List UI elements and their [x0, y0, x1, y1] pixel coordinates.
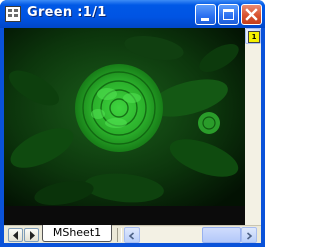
- layer-button[interactable]: 1: [245, 28, 261, 44]
- vertical-scrollbar[interactable]: 1: [245, 28, 261, 225]
- tab-msheet1[interactable]: MSheet1: [42, 225, 112, 242]
- maximize-button[interactable]: [218, 4, 239, 25]
- layer-icon: 1: [248, 31, 260, 43]
- scroll-thumb[interactable]: [202, 227, 241, 243]
- close-button[interactable]: [241, 4, 262, 25]
- maximize-icon: [223, 9, 234, 20]
- image-canvas[interactable]: [4, 28, 245, 206]
- arrow-right-icon: [30, 231, 35, 240]
- sheet-navigation-bar: MSheet1: [4, 225, 261, 243]
- previous-sheet-button[interactable]: [8, 228, 23, 242]
- image-bottom-strip: [4, 206, 245, 225]
- arrow-right-icon: [246, 232, 253, 240]
- close-icon: [245, 8, 258, 21]
- title-bar[interactable]: Green :1/1: [0, 0, 265, 28]
- window-title: Green :1/1: [27, 5, 107, 20]
- minimize-button[interactable]: [195, 4, 216, 25]
- scroll-left-button[interactable]: [124, 227, 140, 243]
- horizontal-scrollbar[interactable]: [124, 227, 257, 243]
- minimize-icon: [201, 18, 209, 21]
- window-client-area: 1 MSheet1: [4, 28, 261, 243]
- worksheet-icon[interactable]: [5, 6, 21, 22]
- arrow-left-icon: [13, 231, 18, 240]
- arrow-left-icon: [128, 232, 135, 240]
- next-sheet-button[interactable]: [24, 228, 39, 242]
- tab-splitter[interactable]: [117, 228, 122, 242]
- green-flower-image: [4, 28, 245, 206]
- scroll-right-button[interactable]: [241, 227, 257, 243]
- image-window: Green :1/1 1 MSheet1: [0, 0, 265, 247]
